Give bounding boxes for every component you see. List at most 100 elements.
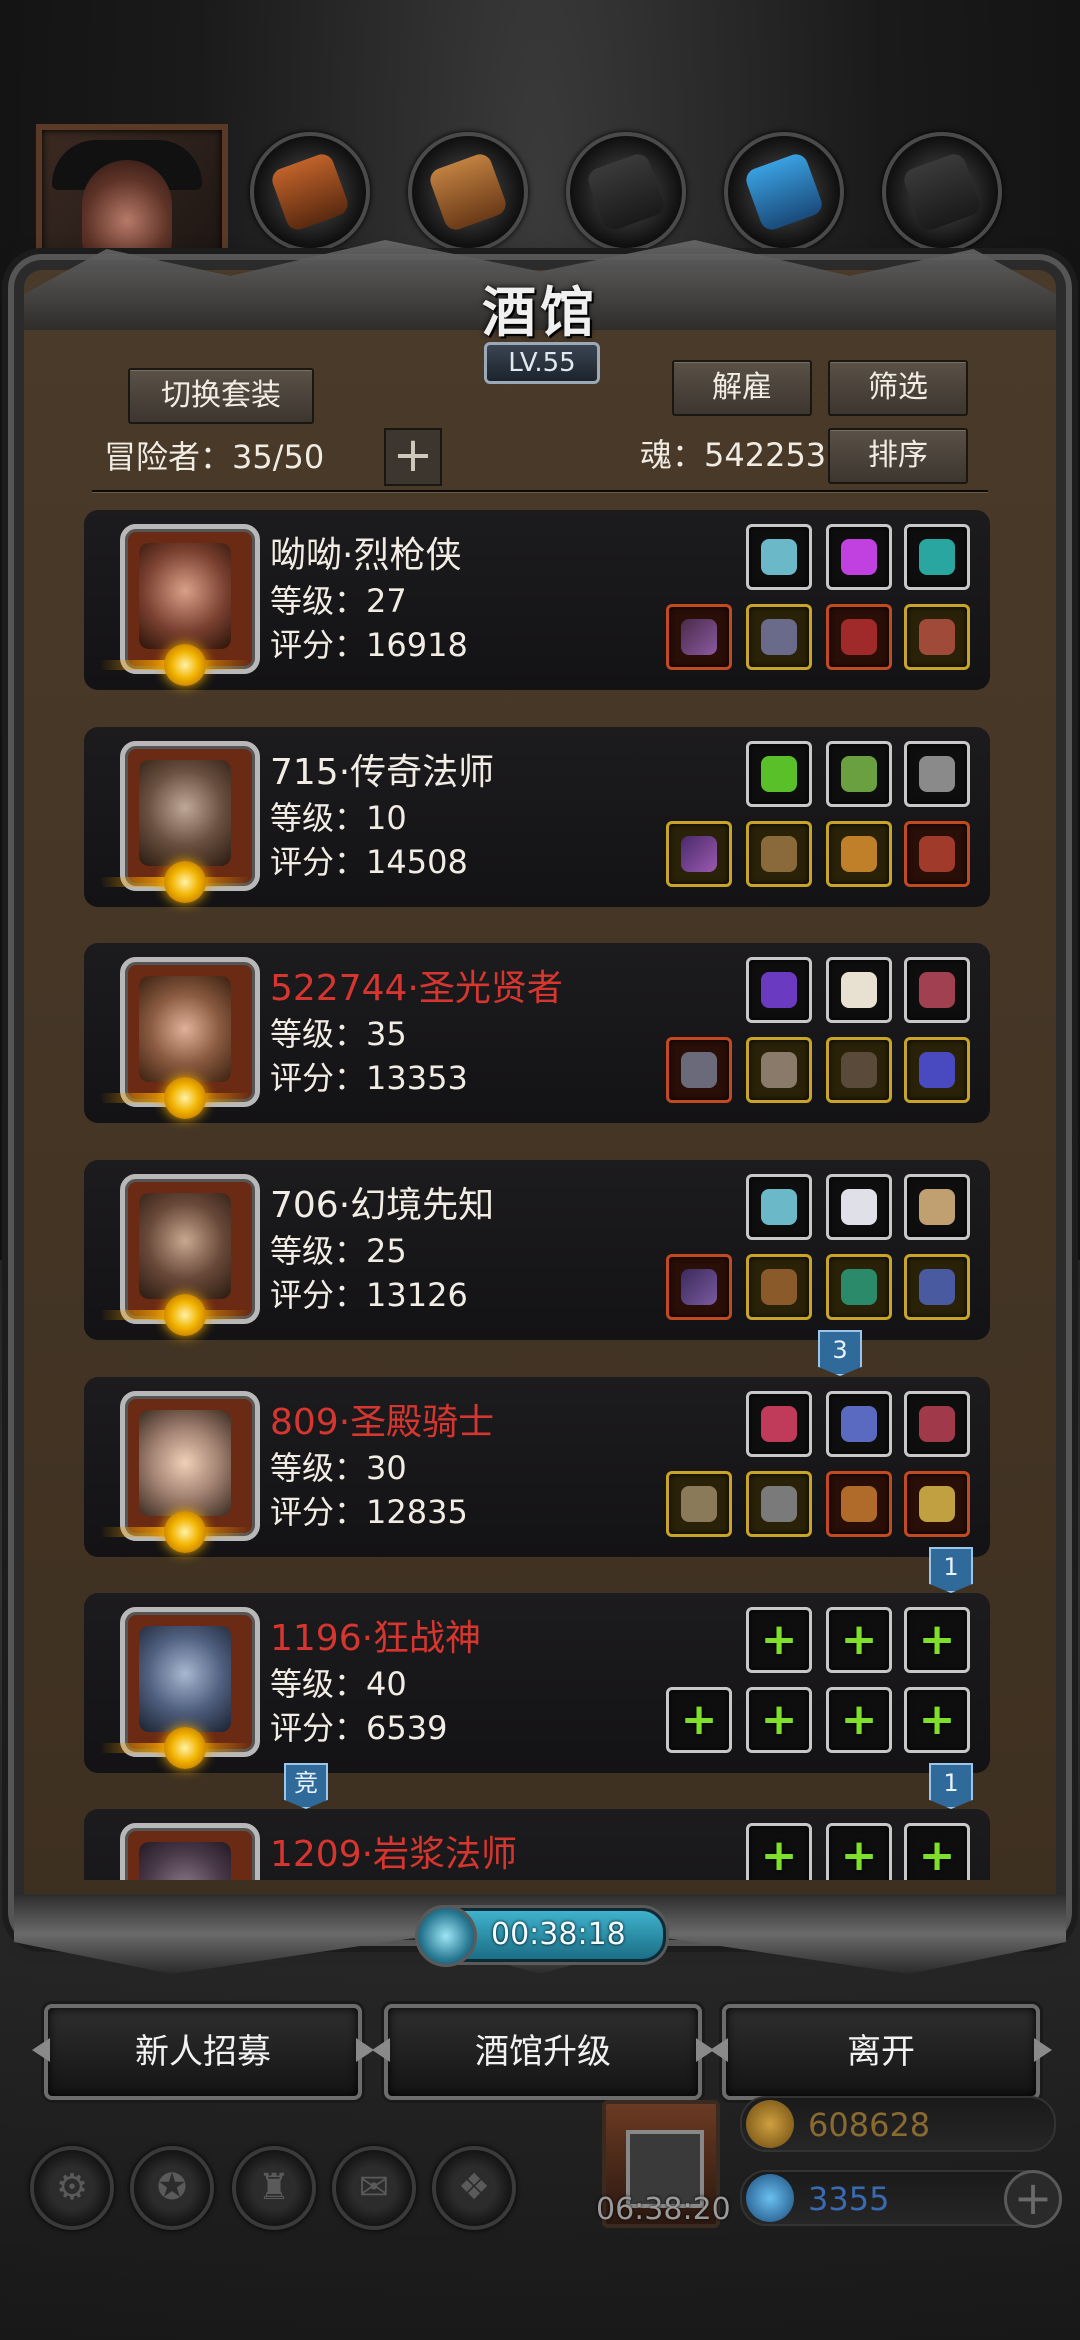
equip-slot-armor-icon[interactable] xyxy=(746,821,812,887)
hero-card[interactable]: 706·幻境先知 等级：25 评分：13126 xyxy=(84,1160,990,1340)
empty-slot-add-icon[interactable]: + xyxy=(746,1823,812,1880)
hero-card[interactable]: 1209·岩浆法师 + + + xyxy=(84,1809,990,1880)
upgrade-tavern-button[interactable]: 酒馆升级 xyxy=(384,2004,702,2100)
resource-circle-2[interactable] xyxy=(408,132,528,252)
equip-slot-hammer-icon[interactable] xyxy=(666,1471,732,1537)
equip-slot-mask-icon[interactable] xyxy=(826,1037,892,1103)
hero-score: 评分：14508 xyxy=(270,843,468,881)
count-tag: 1 xyxy=(929,1547,973,1593)
settings-icon[interactable]: ⚙ xyxy=(30,2146,114,2230)
equip-slot-lantern-icon[interactable] xyxy=(826,741,892,807)
hero-score: 评分：16918 xyxy=(270,626,468,664)
star-medal-icon xyxy=(164,1727,206,1769)
equip-slot-necklace-icon[interactable] xyxy=(826,1391,892,1457)
equip-slot-turquoise-icon[interactable] xyxy=(904,524,970,590)
empty-slot-add-icon[interactable]: + xyxy=(826,1607,892,1673)
equip-slot-gem-icon[interactable] xyxy=(904,1391,970,1457)
sort-button[interactable]: 排序 xyxy=(828,428,968,484)
equip-slot-spear-icon[interactable] xyxy=(666,604,732,670)
hero-card[interactable]: 809·圣殿骑士 等级：30 评分：12835 xyxy=(84,1377,990,1557)
filter-button[interactable]: 筛选 xyxy=(828,360,968,416)
equip-slot-staff-icon[interactable] xyxy=(666,1254,732,1320)
recruit-button[interactable]: 新人招募 xyxy=(44,2004,362,2100)
equip-slot-wand-icon[interactable] xyxy=(904,1174,970,1240)
hero-score: 评分：12835 xyxy=(270,1493,468,1531)
hero-name: 809·圣殿骑士 xyxy=(270,1402,495,1443)
clock-icon xyxy=(415,1905,477,1967)
hero-level: 等级：25 xyxy=(270,1232,407,1270)
add-gems-button[interactable]: + xyxy=(1004,2170,1062,2228)
equip-slot-green-crystal-icon[interactable] xyxy=(746,741,812,807)
empty-slot-add-icon[interactable]: + xyxy=(904,1607,970,1673)
equip-slot-shield-icon[interactable] xyxy=(826,1471,892,1537)
gem-icon xyxy=(746,2174,794,2222)
hero-name: 715·传奇法师 xyxy=(270,752,495,793)
equip-slot-hammer-icon[interactable] xyxy=(666,1037,732,1103)
leave-button[interactable]: 离开 xyxy=(722,2004,1040,2100)
empty-weapon-slot-add-icon[interactable]: + xyxy=(666,1687,732,1753)
equip-slot-bracelet-icon[interactable] xyxy=(826,821,892,887)
hero-list[interactable]: 呦呦·烈枪侠 等级：27 评分：16918 715·传奇法师 等级：10 评分：… xyxy=(84,505,990,1880)
gift-timer: 06:38:20 xyxy=(596,2192,731,2227)
header-divider xyxy=(92,490,988,492)
equip-slot-feather-icon[interactable] xyxy=(826,957,892,1023)
hero-card[interactable]: 1196·狂战神 等级：40 评分：6539 + + + + + + + xyxy=(84,1593,990,1773)
equip-slot-gem-icon[interactable] xyxy=(904,957,970,1023)
soul-count: 魂：542253 xyxy=(640,436,827,474)
hero-card[interactable]: 715·传奇法师 等级：10 评分：14508 xyxy=(84,727,990,907)
add-capacity-button[interactable]: + xyxy=(384,428,442,486)
empty-slot-add-icon[interactable]: + xyxy=(746,1607,812,1673)
adventurer-count: 冒险者：35/50 xyxy=(104,438,325,476)
star-medal-icon xyxy=(164,644,206,686)
resource-circle-3[interactable] xyxy=(566,132,686,252)
hero-level: 等级：27 xyxy=(270,582,407,620)
equip-slot-ruby-icon[interactable] xyxy=(746,1391,812,1457)
hero-card[interactable]: 522744·圣光贤者 等级：35 评分：13353 xyxy=(84,943,990,1123)
dismiss-button[interactable]: 解雇 xyxy=(672,360,812,416)
refresh-timer: 00:38:18 xyxy=(415,1905,666,1967)
equip-slot-orb-icon[interactable] xyxy=(746,957,812,1023)
hero-level: 等级：40 xyxy=(270,1665,407,1703)
equip-slot-wing-icon[interactable] xyxy=(826,1174,892,1240)
timer-text: 00:38:18 xyxy=(491,1917,626,1952)
empty-slot-add-icon[interactable]: + xyxy=(904,1687,970,1753)
mail-icon[interactable]: ✉ xyxy=(332,2146,416,2230)
resource-circle-5[interactable] xyxy=(882,132,1002,252)
badge-icon[interactable]: ✪ xyxy=(130,2146,214,2230)
equip-slot-ring-icon[interactable] xyxy=(904,1037,970,1103)
equip-slot-helmet-icon[interactable] xyxy=(904,1471,970,1537)
hero-level: 等级：35 xyxy=(270,1015,407,1053)
empty-slot-add-icon[interactable]: + xyxy=(826,1687,892,1753)
equip-slot-armor-icon[interactable] xyxy=(746,1471,812,1537)
equip-slot-gem-icon[interactable] xyxy=(746,1174,812,1240)
equip-slot-amulet-icon[interactable] xyxy=(904,604,970,670)
count-tag: 3 xyxy=(818,1330,862,1376)
equip-slot-gem-icon[interactable] xyxy=(746,524,812,590)
hero-portrait xyxy=(120,1823,260,1880)
star-medal-icon xyxy=(164,1294,206,1336)
equip-slot-staff-icon[interactable] xyxy=(666,821,732,887)
equip-slot-armor-icon[interactable] xyxy=(746,604,812,670)
switch-outfit-button[interactable]: 切换套装 xyxy=(128,368,314,424)
equip-slot-purple-gem-icon[interactable] xyxy=(826,524,892,590)
gem-value: 3355 xyxy=(808,2180,890,2218)
equip-slot-pendant-icon[interactable] xyxy=(904,1254,970,1320)
equip-slot-ring-icon[interactable] xyxy=(826,604,892,670)
inventory-icon[interactable]: ❖ xyxy=(432,2146,516,2230)
panel-title: 酒馆 xyxy=(482,280,598,344)
hero-card[interactable]: 呦呦·烈枪侠 等级：27 评分：16918 xyxy=(84,510,990,690)
equip-slot-emblem-icon[interactable] xyxy=(904,741,970,807)
equip-slot-emerald-icon[interactable] xyxy=(826,1254,892,1320)
resource-circle-1[interactable] xyxy=(250,132,370,252)
hero-score: 评分：13353 xyxy=(270,1059,468,1097)
empty-slot-add-icon[interactable]: + xyxy=(826,1823,892,1880)
resource-circle-4[interactable] xyxy=(724,132,844,252)
equip-slot-necklace-icon[interactable] xyxy=(904,821,970,887)
equip-slot-armor-icon[interactable] xyxy=(746,1254,812,1320)
equip-slot-robe-icon[interactable] xyxy=(746,1037,812,1103)
hero-level: 等级：30 xyxy=(270,1449,407,1487)
empty-slot-add-icon[interactable]: + xyxy=(904,1823,970,1880)
empty-armor-slot-add-icon[interactable]: + xyxy=(746,1687,812,1753)
hero-icon[interactable]: ♜ xyxy=(232,2146,316,2230)
hero-name: 呦呦·烈枪侠 xyxy=(270,535,462,576)
